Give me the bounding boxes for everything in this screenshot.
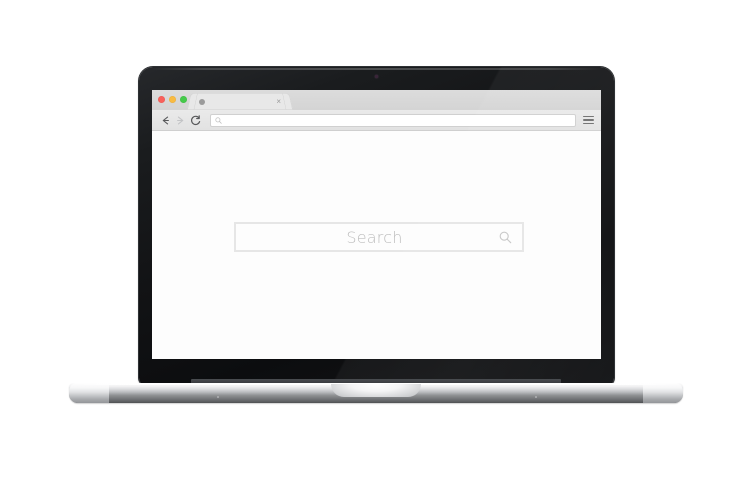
hamburger-line-2 bbox=[583, 119, 594, 121]
close-window-button[interactable] bbox=[158, 95, 165, 103]
webcam-icon bbox=[375, 75, 378, 78]
browser-tab-strip: × bbox=[152, 90, 601, 110]
laptop-lid: × Search bbox=[139, 67, 614, 385]
back-button[interactable] bbox=[158, 113, 173, 128]
laptop-screen: × Search bbox=[152, 90, 601, 359]
search-placeholder-text: Search bbox=[346, 227, 403, 247]
forward-button[interactable] bbox=[173, 113, 188, 128]
arrow-left-icon bbox=[162, 116, 169, 124]
laptop-base-right-edge bbox=[643, 383, 683, 403]
window-controls bbox=[158, 90, 187, 110]
browser-menu-button[interactable] bbox=[582, 114, 595, 127]
base-foot-dot-right bbox=[535, 396, 537, 398]
scene: × Search bbox=[0, 0, 750, 500]
search-icon bbox=[215, 116, 222, 124]
maximize-window-button[interactable] bbox=[180, 95, 187, 103]
lid-top-highlight bbox=[149, 68, 604, 70]
laptop-device: × Search bbox=[0, 0, 750, 500]
reload-icon bbox=[191, 114, 201, 125]
reload-button[interactable] bbox=[188, 113, 203, 128]
browser-toolbar bbox=[152, 110, 601, 131]
tab-favicon-icon bbox=[199, 98, 205, 105]
arrow-right-icon bbox=[177, 116, 184, 124]
search-submit-icon[interactable] bbox=[499, 231, 512, 244]
page-content: Search bbox=[152, 131, 601, 359]
hamburger-line-3 bbox=[583, 122, 594, 125]
browser-window: × Search bbox=[152, 90, 601, 359]
magnifier-icon bbox=[499, 231, 512, 243]
hamburger-line-1 bbox=[583, 115, 594, 118]
base-foot-dot-left bbox=[217, 396, 219, 398]
laptop-base-left-edge bbox=[69, 383, 109, 403]
laptop-base bbox=[69, 379, 683, 411]
address-bar-search-icon bbox=[215, 116, 222, 124]
laptop-base-thumb-notch bbox=[331, 384, 421, 397]
address-bar[interactable] bbox=[210, 113, 576, 127]
minimize-window-button[interactable] bbox=[169, 95, 176, 103]
search-field[interactable]: Search bbox=[234, 222, 524, 252]
tab-close-icon[interactable]: × bbox=[276, 97, 281, 106]
browser-tab[interactable]: × bbox=[193, 93, 287, 110]
